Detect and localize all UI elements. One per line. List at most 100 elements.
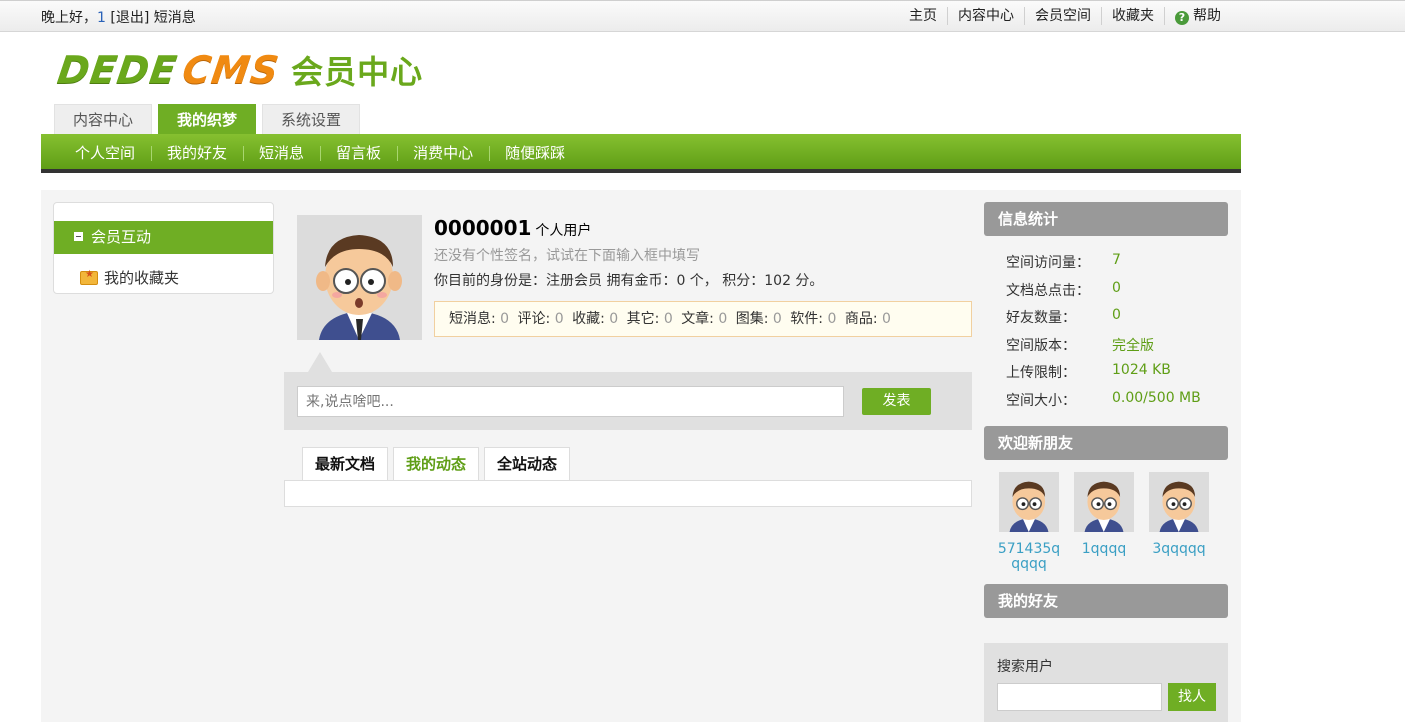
avatar-illustration (1149, 472, 1209, 532)
site-logo[interactable]: DEDE CMS 会员中心 (54, 48, 424, 92)
logo-brand-left: DEDE (54, 48, 181, 92)
tab-my-dede[interactable]: 我的织梦 (158, 104, 257, 134)
logo-title: 会员中心 (291, 53, 424, 91)
info-key: 好友数量： (1006, 310, 1076, 326)
nav-my-friends[interactable]: 我的好友 (151, 134, 243, 172)
stat-label: 图集: (735, 311, 769, 327)
stat-value: 0 (827, 311, 837, 327)
info-row: 文档总点击： 0 (1006, 280, 1201, 308)
avatar-illustration (1074, 472, 1134, 532)
username-text: 0000001 (434, 216, 532, 240)
stat-label: 收藏: (572, 311, 605, 327)
greeting-text: 晚上好， (41, 10, 97, 26)
stat-label: 评论: (517, 311, 551, 327)
profile-username: 0000001 个人用户 (434, 216, 591, 240)
stat-label: 商品: (844, 311, 878, 327)
top-link-member-space[interactable]: 会员空间 (1024, 7, 1101, 25)
stat-value: 0 (663, 311, 673, 327)
tab-system-settings[interactable]: 系统设置 (262, 104, 361, 134)
profile-stats-bar: 短消息: 0 评论: 0 收藏: 0 其它: 0 文章: 0 图集: 0 软件:… (434, 301, 972, 337)
info-row: 空间访问量： 7 (1006, 252, 1201, 280)
friend-card[interactable]: 3qqqqq (1146, 472, 1221, 572)
stat-value: 0 (609, 311, 619, 327)
info-value: 7 (1112, 252, 1121, 268)
tab-content-center[interactable]: 内容中心 (54, 104, 153, 134)
top-link-favorites[interactable]: 收藏夹 (1101, 7, 1164, 25)
new-friends-list: 571435qqqqq 1qqqq 3qqqqq (996, 472, 1221, 572)
stat-label: 短消息: (449, 311, 496, 327)
main-tabs: 内容中心 我的织梦 系统设置 (54, 104, 366, 134)
messages-link[interactable]: 短消息 (154, 10, 196, 26)
avatar-illustration (999, 472, 1059, 532)
friend-name[interactable]: 3qqqqq (1146, 542, 1212, 557)
feed-tabs: 最新文档 我的动态 全站动态 (302, 447, 575, 481)
nav-personal-space[interactable]: 个人空间 (59, 134, 151, 172)
status-post-area: 发表 (284, 352, 972, 430)
sub-nav: 个人空间 我的好友 短消息 留言板 消费中心 随便踩踩 (41, 134, 1241, 173)
friend-name[interactable]: 1qqqq (1071, 542, 1137, 557)
tab-my-activity[interactable]: 我的动态 (393, 447, 480, 481)
help-label: 帮助 (1193, 8, 1221, 24)
find-user-button[interactable]: 找人 (1168, 683, 1216, 711)
friend-avatar[interactable] (1074, 472, 1134, 532)
friend-avatar[interactable] (1149, 472, 1209, 532)
nav-browse[interactable]: 随便踩踩 (489, 134, 581, 172)
friend-card[interactable]: 1qqqq (1071, 472, 1146, 572)
stat-label: 文章: (681, 311, 714, 327)
info-row: 空间版本： 完全版 (1006, 335, 1201, 363)
friend-avatar[interactable] (999, 472, 1059, 532)
my-friends-header: 我的好友 (984, 584, 1228, 618)
signature-hint: 还没有个性签名，试试在下面输入框中填写 (434, 248, 700, 264)
collapse-icon (74, 232, 83, 241)
publish-button[interactable]: 发表 (862, 388, 931, 415)
message-count[interactable]: 1 (97, 10, 106, 26)
info-value: 0.00/500 MB (1112, 389, 1201, 406)
top-link-content-center[interactable]: 内容中心 (947, 7, 1024, 25)
logo-brand-right: CMS (179, 48, 283, 92)
help-icon: ? (1175, 11, 1189, 25)
tab-latest-docs[interactable]: 最新文档 (302, 447, 389, 481)
info-key: 上传限制： (1006, 365, 1076, 381)
search-label: 搜索用户 (997, 659, 1053, 675)
feed-panel (284, 480, 972, 507)
stat-value: 0 (882, 311, 891, 327)
avatar-illustration (297, 215, 422, 340)
new-friends-header: 欢迎新朋友 (984, 426, 1228, 460)
nav-consumption[interactable]: 消费中心 (397, 134, 489, 172)
info-value: 1024 KB (1112, 362, 1171, 378)
stat-value: 0 (718, 311, 728, 327)
stat-value: 0 (554, 311, 564, 327)
info-stats-list: 空间访问量： 7 文档总点击： 0 好友数量： 0 空间版本： 完全版 上传限制： 102… (1006, 252, 1201, 417)
nav-messages[interactable]: 短消息 (243, 134, 320, 172)
friend-name[interactable]: 571435qqqqq (996, 542, 1062, 572)
sidebar-item-favorites[interactable]: 我的收藏夹 (80, 267, 179, 288)
speech-pointer (308, 352, 332, 372)
sidebar-group-label: 会员互动 (91, 228, 152, 246)
info-stats-header: 信息统计 (984, 202, 1228, 236)
user-avatar[interactable] (297, 215, 422, 340)
logout-link[interactable]: [退出] (110, 10, 149, 26)
friend-card[interactable]: 571435qqqqq (996, 472, 1071, 572)
info-row: 上传限制： 1024 KB (1006, 362, 1201, 390)
user-type: 个人用户 (535, 223, 592, 239)
top-links: 主页 内容中心 会员空间 收藏夹 ? 帮助 (899, 7, 1231, 25)
info-row: 空间大小： 0.00/500 MB (1006, 390, 1201, 418)
top-link-help[interactable]: ? 帮助 (1164, 7, 1231, 25)
status-input[interactable] (297, 386, 844, 417)
top-bar: 晚上好，1 [退出] 短消息 主页 内容中心 会员空间 收藏夹 ? 帮助 (0, 0, 1405, 32)
top-link-home[interactable]: 主页 (899, 7, 947, 25)
identity-info: 你目前的身份是：注册会员 拥有金币：0 个， 积分：102 分。 (434, 273, 824, 289)
tab-site-activity[interactable]: 全站动态 (484, 447, 571, 481)
info-value: 0 (1112, 279, 1121, 296)
user-search-input[interactable] (997, 683, 1162, 711)
sidebar-group-interaction[interactable]: 会员互动 (54, 221, 273, 254)
left-sidebar: 会员互动 我的收藏夹 (53, 202, 274, 294)
folder-icon (80, 269, 98, 285)
sidebar-item-label: 我的收藏夹 (104, 269, 180, 287)
info-row: 好友数量： 0 (1006, 307, 1201, 335)
info-value: 0 (1112, 307, 1121, 323)
stat-label: 其它: (626, 311, 660, 327)
greeting-area: 晚上好，1 [退出] 短消息 (41, 7, 196, 27)
info-key: 空间版本： (1006, 337, 1076, 354)
nav-guestbook[interactable]: 留言板 (320, 134, 397, 172)
